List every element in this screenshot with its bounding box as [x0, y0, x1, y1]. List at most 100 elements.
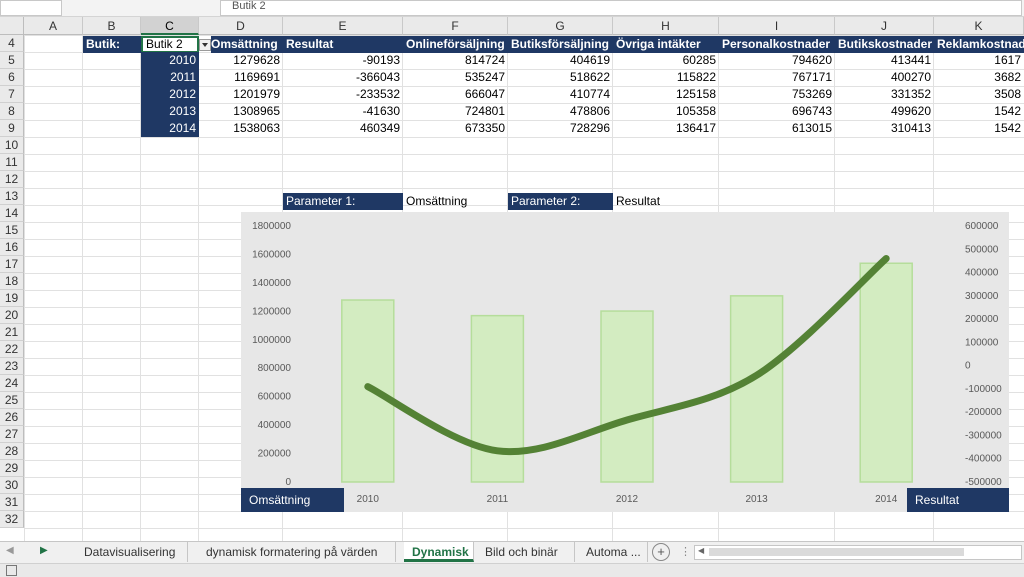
row-header[interactable]: 9	[0, 120, 24, 137]
table-cell[interactable]: -233532	[283, 86, 403, 103]
row-header[interactable]: 26	[0, 409, 24, 426]
row-header[interactable]: 18	[0, 273, 24, 290]
dropdown-arrow-icon[interactable]	[199, 39, 211, 51]
table-header-cell[interactable]: Onlineförsäljning	[403, 36, 508, 53]
sheet-tab[interactable]: Datavisualisering	[76, 542, 188, 562]
row-header[interactable]: 10	[0, 137, 24, 154]
column-header-i[interactable]: I	[719, 17, 835, 35]
horizontal-scrollbar[interactable]: ◀	[694, 545, 1022, 560]
table-cell[interactable]: 105358	[613, 103, 719, 120]
table-cell[interactable]: 136417	[613, 120, 719, 137]
table-header-cell[interactable]: Övriga intäkter	[613, 36, 719, 53]
add-sheet-icon[interactable]: +	[652, 543, 670, 561]
table-cell[interactable]: 410774	[508, 86, 613, 103]
table-cell[interactable]: 535247	[403, 69, 508, 86]
row-header[interactable]: 16	[0, 239, 24, 256]
row-header[interactable]: 24	[0, 375, 24, 392]
column-header-d[interactable]: D	[199, 17, 283, 35]
table-cell[interactable]: 1538063	[199, 120, 283, 137]
year-cell[interactable]: 2012	[141, 86, 199, 103]
row-header[interactable]: 29	[0, 460, 24, 477]
column-header-c[interactable]: C	[141, 17, 199, 35]
combo-chart[interactable]: 0 200000 400000 600000 800000 1000000 1200000 1…	[241, 212, 1009, 512]
year-cell[interactable]: 2014	[141, 120, 199, 137]
row-header[interactable]: 25	[0, 392, 24, 409]
row-header[interactable]: 4	[0, 35, 24, 52]
table-cell[interactable]: 1542	[934, 103, 1024, 120]
store-select-cell[interactable]: Butik 2	[141, 36, 199, 53]
table-header-cell[interactable]: Butiksförsäljning	[508, 36, 613, 53]
table-cell[interactable]: 499620	[835, 103, 934, 120]
table-cell[interactable]: 1201979	[199, 86, 283, 103]
row-header[interactable]: 13	[0, 188, 24, 205]
scroll-left-icon[interactable]: ◀	[6, 545, 14, 556]
table-cell[interactable]: 413441	[835, 52, 934, 69]
column-header-b[interactable]: B	[83, 17, 141, 35]
sheet-tab[interactable]: Automa ...	[578, 542, 648, 562]
scroll-right-icon[interactable]: ▶	[40, 545, 48, 556]
table-cell[interactable]: 1169691	[199, 69, 283, 86]
table-cell[interactable]: 1279628	[199, 52, 283, 69]
table-header-cell[interactable]: Omsättning	[211, 36, 283, 53]
column-header-a[interactable]: A	[24, 17, 83, 35]
table-cell[interactable]: 1542	[934, 120, 1024, 137]
table-cell[interactable]: -90193	[283, 52, 403, 69]
row-header[interactable]: 7	[0, 86, 24, 103]
table-cell[interactable]: 3682	[934, 69, 1024, 86]
table-header-cell[interactable]: Reklamkostnader	[934, 36, 1024, 53]
row-header[interactable]: 15	[0, 222, 24, 239]
table-cell[interactable]: 814724	[403, 52, 508, 69]
scroll-arrow-left-icon[interactable]: ◀	[698, 546, 704, 555]
sheet-tab[interactable]: Dynamisk	[404, 542, 474, 562]
table-cell[interactable]: 728296	[508, 120, 613, 137]
table-cell[interactable]: 767171	[719, 69, 835, 86]
column-header-j[interactable]: J	[835, 17, 934, 35]
table-cell[interactable]: 666047	[403, 86, 508, 103]
name-box[interactable]	[0, 0, 62, 16]
column-header-k[interactable]: K	[934, 17, 1024, 35]
table-cell[interactable]: 60285	[613, 52, 719, 69]
row-header[interactable]: 27	[0, 426, 24, 443]
table-header-cell[interactable]: Resultat	[283, 36, 403, 53]
macro-record-icon[interactable]	[6, 565, 17, 576]
table-cell[interactable]: 460349	[283, 120, 403, 137]
sheet-tab[interactable]: dynamisk formatering på värden	[198, 542, 396, 562]
parameter-1-value[interactable]: Omsättning	[403, 193, 508, 210]
formula-input[interactable]	[220, 0, 1022, 16]
column-header-g[interactable]: G	[508, 17, 613, 35]
table-cell[interactable]: 1617	[934, 52, 1024, 69]
table-cell[interactable]: 400270	[835, 69, 934, 86]
row-header[interactable]: 8	[0, 103, 24, 120]
table-cell[interactable]: 115822	[613, 69, 719, 86]
column-header-f[interactable]: F	[403, 17, 508, 35]
table-cell[interactable]: 404619	[508, 52, 613, 69]
row-header[interactable]: 21	[0, 324, 24, 341]
table-cell[interactable]: -366043	[283, 69, 403, 86]
row-header[interactable]: 14	[0, 205, 24, 222]
row-header[interactable]: 23	[0, 358, 24, 375]
parameter-2-value[interactable]: Resultat	[613, 193, 719, 210]
column-header-e[interactable]: E	[283, 17, 403, 35]
year-cell[interactable]: 2010	[141, 52, 199, 69]
row-header[interactable]: 12	[0, 171, 24, 188]
table-header-cell[interactable]: Butikskostnader	[835, 36, 934, 53]
table-cell[interactable]: 724801	[403, 103, 508, 120]
table-header-cell[interactable]: Personalkostnader	[719, 36, 835, 53]
table-cell[interactable]: 310413	[835, 120, 934, 137]
select-all-corner[interactable]	[0, 17, 24, 35]
row-header[interactable]: 31	[0, 494, 24, 511]
row-header[interactable]: 30	[0, 477, 24, 494]
more-tabs-icon[interactable]: ⋮	[680, 545, 691, 558]
table-cell[interactable]: 125158	[613, 86, 719, 103]
row-header[interactable]: 32	[0, 511, 24, 528]
row-header[interactable]: 11	[0, 154, 24, 171]
table-cell[interactable]: 331352	[835, 86, 934, 103]
table-cell[interactable]: 478806	[508, 103, 613, 120]
row-header[interactable]: 19	[0, 290, 24, 307]
row-header[interactable]: 17	[0, 256, 24, 273]
row-header[interactable]: 5	[0, 52, 24, 69]
table-cell[interactable]: 673350	[403, 120, 508, 137]
sheet-tab[interactable]: Bild och binär	[477, 542, 575, 562]
table-cell[interactable]: 3508	[934, 86, 1024, 103]
row-header[interactable]: 20	[0, 307, 24, 324]
